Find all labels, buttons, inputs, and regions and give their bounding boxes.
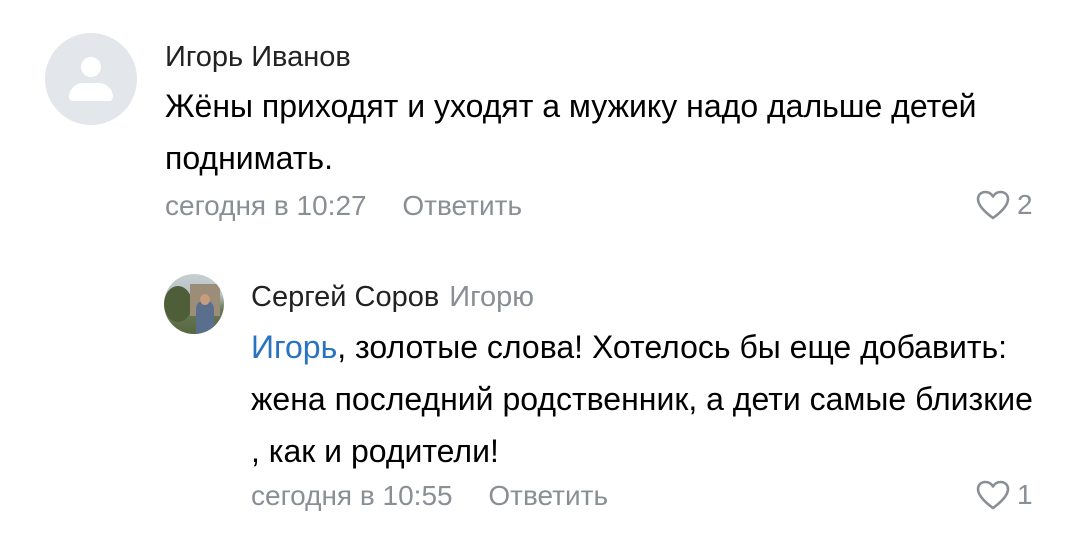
reply-button[interactable]: Ответить	[402, 190, 522, 221]
like-button[interactable]: 1	[975, 479, 1033, 511]
comment-body: , золотые слова! Хотелось бы еще добавит…	[251, 329, 1033, 469]
heart-icon	[976, 480, 1010, 510]
avatar-placeholder-icon[interactable]	[45, 33, 137, 125]
comment-author[interactable]: Игорь Иванов	[165, 41, 351, 74]
like-count: 2	[1017, 189, 1033, 220]
comment-time: сегодня в 10:55	[251, 480, 453, 511]
reply-button[interactable]: Ответить	[488, 480, 608, 511]
comment-time: сегодня в 10:27	[165, 190, 367, 221]
comment-author-name[interactable]: Сергей Соров	[251, 281, 439, 313]
comment-text: Жёны приходят и уходят а мужику надо дал…	[165, 88, 977, 176]
comment-reply-item: Сергей Соров Игорю Игорь, золотые слова! …	[0, 255, 1080, 539]
reply-to-label[interactable]: Игорю	[449, 281, 534, 313]
comment-item: Игорь Иванов Жёны приходят и уходят а му…	[0, 0, 1080, 250]
comment-text: Игорь, золотые слова! Хотелось бы еще до…	[251, 321, 1041, 477]
comment-meta: сегодня в 10:27 Ответить	[165, 190, 522, 222]
comment-author: Сергей Соров Игорю	[251, 281, 534, 314]
heart-icon	[976, 190, 1010, 220]
like-count: 1	[1017, 479, 1033, 510]
like-button[interactable]: 2	[975, 189, 1033, 221]
mention-link[interactable]: Игорь	[251, 329, 337, 365]
avatar[interactable]	[164, 274, 224, 334]
comment-meta: сегодня в 10:55 Ответить	[251, 480, 608, 512]
